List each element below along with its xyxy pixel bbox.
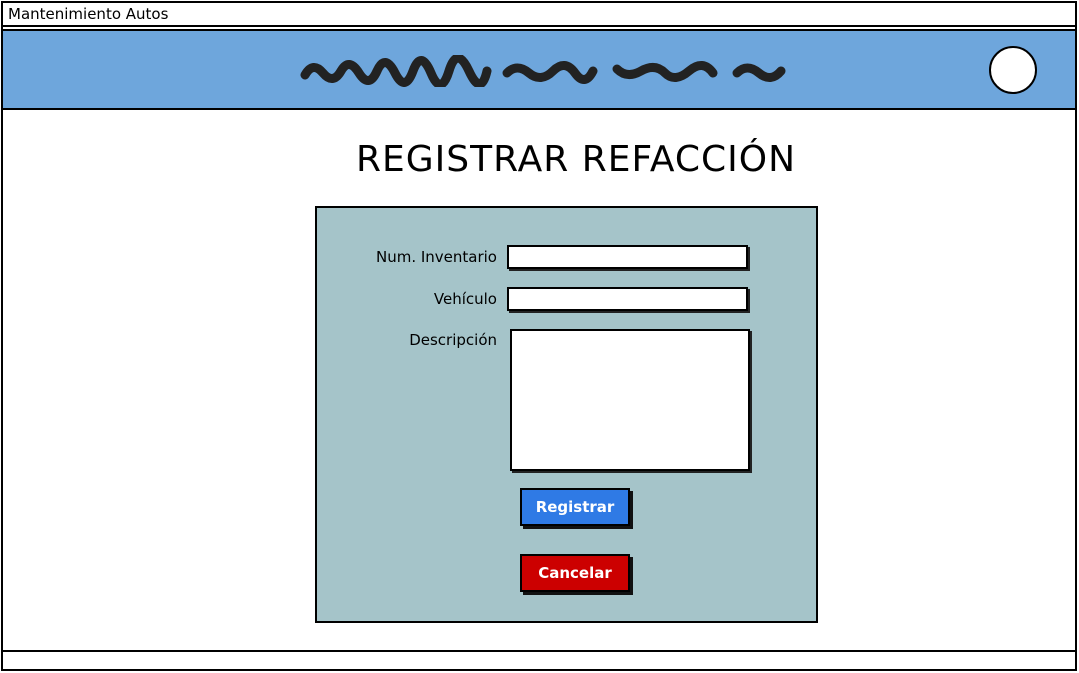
- form-panel: Num. Inventario Vehículo Descripción Reg…: [315, 206, 818, 623]
- header-bar: [3, 29, 1075, 110]
- descripcion-label: Descripción: [409, 331, 497, 349]
- scribbled-header-text: [300, 55, 786, 87]
- inventario-label: Num. Inventario: [375, 248, 497, 266]
- footer-divider: [3, 650, 1075, 652]
- inventario-field[interactable]: [507, 245, 748, 269]
- window-title: Mantenimiento Autos: [3, 3, 1075, 27]
- vehiculo-label: Vehículo: [433, 290, 497, 308]
- app-window: Mantenimiento Autos REGISTRAR REFACCIÓN …: [1, 1, 1077, 671]
- descripcion-textarea[interactable]: [512, 331, 748, 469]
- register-button[interactable]: Registrar: [520, 488, 630, 526]
- vehiculo-field[interactable]: [507, 287, 748, 311]
- page-title: REGISTRAR REFACCIÓN: [355, 139, 797, 180]
- vehiculo-input[interactable]: [509, 290, 746, 311]
- inventario-input[interactable]: [509, 248, 746, 269]
- cancel-button[interactable]: Cancelar: [520, 554, 630, 592]
- descripcion-field[interactable]: [510, 329, 750, 471]
- user-avatar-icon[interactable]: [989, 46, 1037, 94]
